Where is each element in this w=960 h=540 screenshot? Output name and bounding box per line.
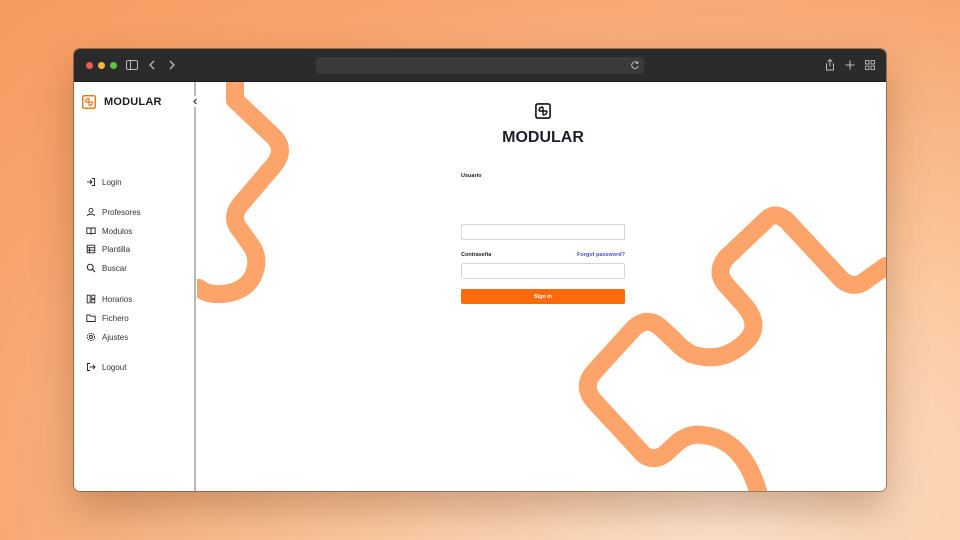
sidebar-item-label: Logout — [102, 362, 127, 372]
page-title: MODULAR — [502, 129, 584, 146]
browser-window: MODULAR Login Profesores Modulos Plantil… — [74, 49, 886, 491]
main-content: MODULAR Usuario Contraseña Forgot passwo… — [197, 82, 886, 491]
forward-icon[interactable] — [164, 57, 180, 73]
username-label: Usuario — [461, 173, 482, 179]
book-icon — [85, 226, 96, 237]
sidebar-item-logout[interactable]: Logout — [85, 360, 126, 374]
sidebar-item-label: Buscar — [102, 263, 127, 273]
user-icon — [85, 207, 96, 218]
sidebar-item-label: Horarios — [102, 294, 133, 304]
brand-name: MODULAR — [104, 96, 162, 108]
modular-logo-icon — [82, 95, 96, 109]
folder-icon — [85, 313, 96, 324]
template-icon — [85, 244, 96, 255]
sidebar-item-horarios[interactable]: Horarios — [85, 292, 132, 306]
close-window-button[interactable] — [86, 62, 93, 69]
settings-icon — [85, 332, 96, 343]
new-tab-icon[interactable] — [842, 57, 858, 73]
search-icon — [85, 263, 96, 274]
sidebar-item-ajustes[interactable]: Ajustes — [85, 330, 128, 344]
logout-icon — [85, 362, 96, 373]
sidebar-item-label: Ajustes — [102, 332, 129, 342]
sidebar-item-label: Modulos — [102, 226, 133, 236]
browser-toolbar — [74, 49, 886, 82]
sidebar-item-modulos[interactable]: Modulos — [85, 224, 132, 238]
address-bar[interactable] — [316, 57, 644, 74]
maximize-window-button[interactable] — [110, 62, 117, 69]
reload-icon[interactable] — [629, 59, 641, 71]
sidebar-item-fichero[interactable]: Fichero — [85, 311, 129, 325]
sidebar: MODULAR Login Profesores Modulos Plantil… — [74, 82, 201, 491]
sidebar-item-buscar[interactable]: Buscar — [85, 261, 127, 275]
schedule-icon — [85, 294, 96, 305]
sidebar-brand[interactable]: MODULAR — [82, 95, 162, 109]
sidebar-item-profesores[interactable]: Profesores — [85, 205, 141, 219]
password-input[interactable] — [461, 263, 625, 279]
minimize-window-button[interactable] — [98, 62, 105, 69]
sidebar-item-label: Login — [102, 177, 122, 187]
back-icon[interactable] — [144, 57, 160, 73]
tab-overview-icon[interactable] — [862, 57, 878, 73]
sidebar-item-label: Plantilla — [102, 244, 131, 254]
modular-logo-icon — [535, 103, 551, 119]
sidebar-item-label: Fichero — [102, 313, 129, 323]
sidebar-item-label: Profesores — [102, 207, 141, 217]
share-icon[interactable] — [822, 57, 838, 73]
password-label: Contraseña — [461, 252, 492, 258]
sidebar-item-login[interactable]: Login — [85, 175, 122, 189]
username-input[interactable] — [461, 224, 625, 240]
login-icon — [85, 177, 96, 188]
forgot-password-link[interactable]: Forgot password? — [577, 252, 625, 258]
sidebar-item-plantilla[interactable]: Plantilla — [85, 242, 130, 256]
sign-in-button[interactable]: Sign in — [461, 289, 625, 304]
sidebar-toggle-icon[interactable] — [124, 57, 140, 73]
